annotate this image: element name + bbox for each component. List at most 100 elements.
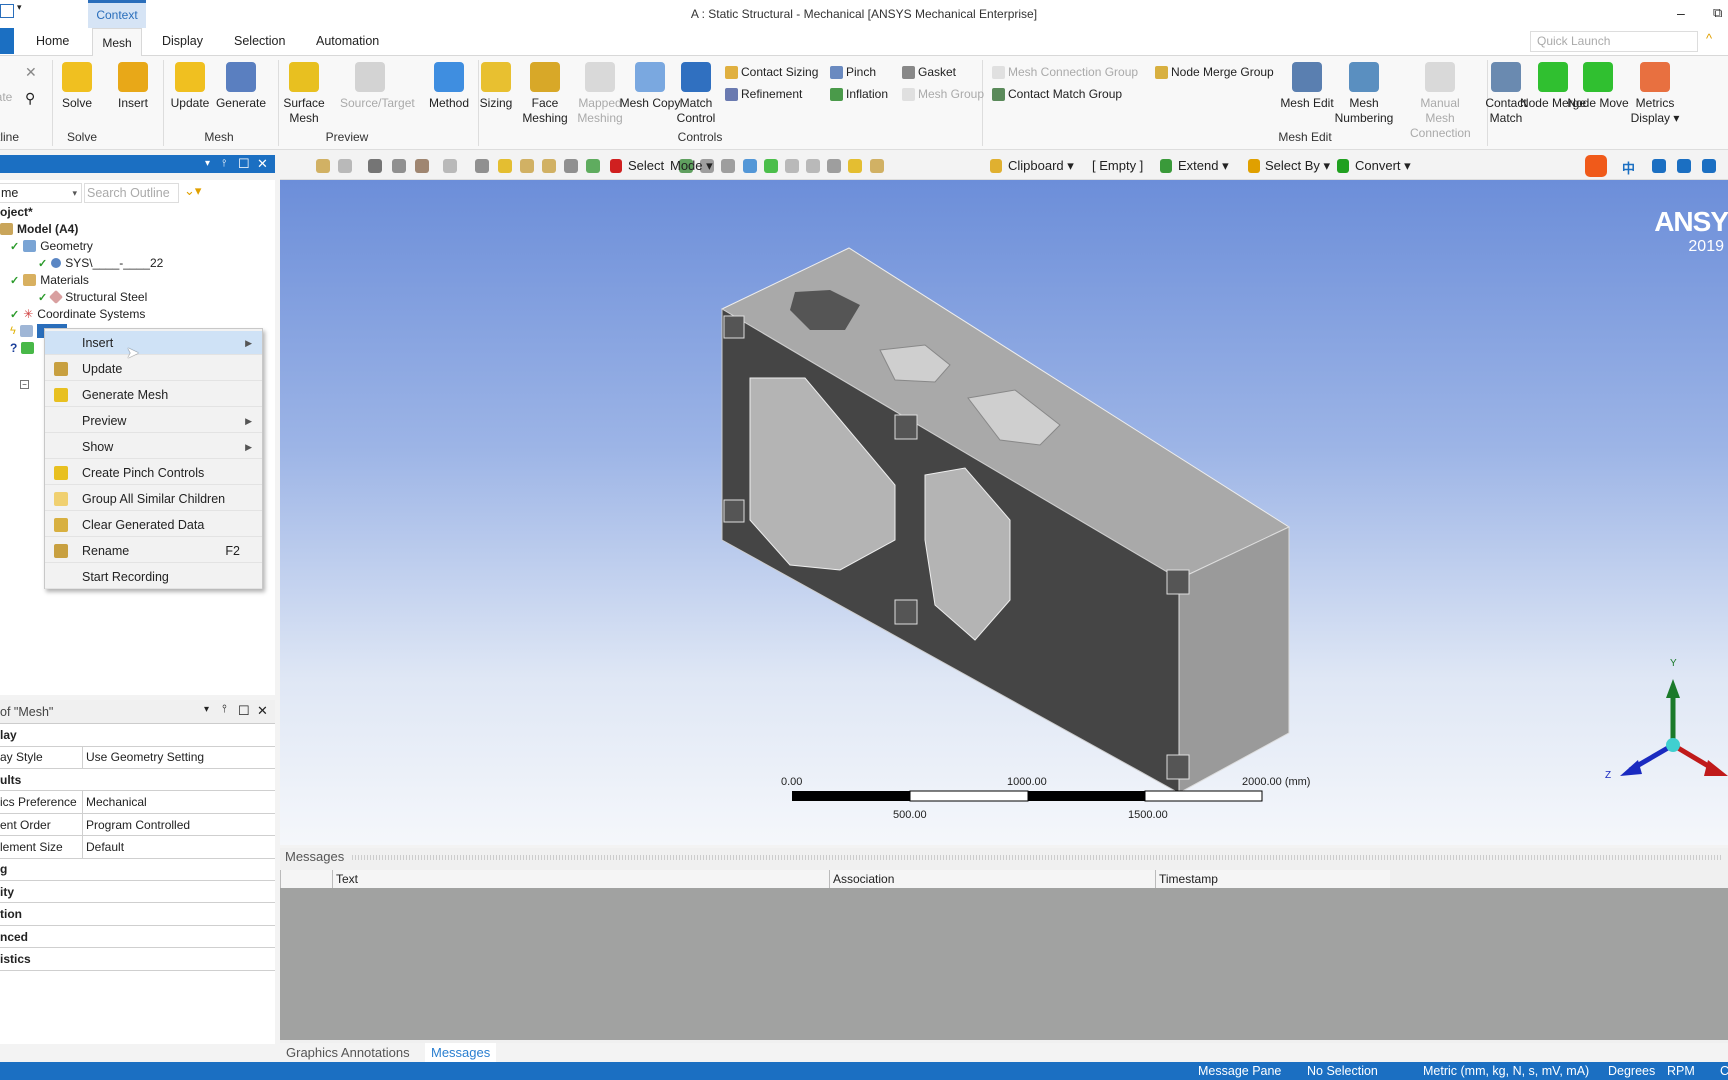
mesh-connection-group-button[interactable]: Mesh Connection Group xyxy=(992,65,1138,79)
details-row-category[interactable]: istics xyxy=(0,948,275,971)
filter-combo[interactable]: me ▾ xyxy=(0,183,82,203)
toolbar-tool-icon[interactable] xyxy=(443,159,457,173)
search-icon[interactable]: ⚲ xyxy=(25,90,35,107)
menu-item-create-pinch-controls[interactable]: Create Pinch Controls xyxy=(45,461,262,485)
metrics-display-button[interactable]: Metrics Display ▾ xyxy=(1625,62,1685,126)
toolbar-tool-icon[interactable] xyxy=(764,159,778,173)
close-icon[interactable]: ✕ xyxy=(257,155,268,173)
drag-grip[interactable] xyxy=(352,855,1722,860)
tree-item-model[interactable]: Model (A4) xyxy=(0,222,78,236)
toolbar-tool-icon[interactable] xyxy=(848,159,862,173)
status-units[interactable]: Metric (mm, kg, N, s, mV, mA) xyxy=(1423,1064,1589,1078)
surface-mesh-button[interactable]: Surface Mesh xyxy=(269,62,339,126)
gasket-button[interactable]: Gasket xyxy=(902,65,956,79)
contact-match-group-button[interactable]: Contact Match Group xyxy=(992,87,1122,101)
contact-sizing-button[interactable]: Contact Sizing xyxy=(725,65,818,79)
toolbar-tool-icon[interactable] xyxy=(542,159,556,173)
tab-home[interactable]: Home xyxy=(36,34,69,48)
toolbar-tool-icon[interactable] xyxy=(721,159,735,173)
collapse-icon[interactable]: − xyxy=(20,380,29,389)
match-control-button[interactable]: Match Control xyxy=(666,62,726,126)
details-row-property[interactable]: ay Style Use Geometry Setting xyxy=(0,746,275,769)
menu-item-clear-generated-data[interactable]: Clear Generated Data xyxy=(45,513,262,537)
toolbar-select[interactable]: Select xyxy=(628,158,664,173)
menu-item-start-recording[interactable]: Start Recording xyxy=(45,565,262,589)
toolbar-clipboard[interactable]: Clipboard ▾ xyxy=(1008,158,1074,174)
search-options-icon[interactable]: ⌄▾ xyxy=(184,183,201,199)
toolbar-convert[interactable]: Convert ▾ xyxy=(1355,158,1411,174)
pinch-button[interactable]: Pinch xyxy=(830,65,876,79)
property-value[interactable]: Use Geometry Setting xyxy=(82,746,204,769)
toolbar-empty[interactable]: [ Empty ] xyxy=(1092,158,1143,173)
tab-graphics-annotations[interactable]: Graphics Annotations xyxy=(280,1043,416,1063)
close-icon[interactable]: ✕ xyxy=(25,64,37,81)
menu-item-rename[interactable]: Rename F2 xyxy=(45,539,262,563)
menu-item-generate-mesh[interactable]: Generate Mesh xyxy=(45,383,262,407)
dropdown-icon[interactable]: ▾ xyxy=(204,704,209,715)
microphone-icon[interactable] xyxy=(1677,159,1691,173)
inflation-button[interactable]: Inflation xyxy=(830,87,888,101)
details-row-category[interactable]: tion xyxy=(0,903,275,926)
details-row-category[interactable]: nced xyxy=(0,926,275,949)
details-row-property[interactable]: ent Order Program Controlled xyxy=(0,813,275,837)
toolbar-tool-icon[interactable] xyxy=(785,159,799,173)
status-speed-units[interactable]: RPM xyxy=(1667,1064,1695,1078)
mesh-numbering-button[interactable]: Mesh Numbering xyxy=(1334,62,1394,126)
context-tab[interactable]: Context xyxy=(88,0,146,28)
maximize-icon[interactable]: ☐ xyxy=(238,703,250,719)
column-header-timestamp[interactable]: Timestamp xyxy=(1155,870,1390,888)
dropdown-icon[interactable]: ▾ xyxy=(205,155,210,173)
minimize-button[interactable]: – xyxy=(1677,5,1685,21)
toolbar-tool-icon[interactable] xyxy=(743,159,757,173)
file-tab[interactable] xyxy=(0,28,14,54)
tree-item-body[interactable]: ✓ SYS\____-____22 xyxy=(38,256,163,270)
toolbar-tool-icon[interactable] xyxy=(564,159,578,173)
toolbar-tool-icon[interactable] xyxy=(338,159,352,173)
tree-item-geometry[interactable]: ✓ Geometry xyxy=(10,239,93,253)
graphics-viewport[interactable]: ANSY 2019 xyxy=(280,180,1728,845)
source-target-button[interactable]: Source/Target xyxy=(340,62,415,111)
toolbar-tool-icon[interactable] xyxy=(316,159,330,173)
tree-item-project[interactable]: oject* xyxy=(0,205,33,219)
search-outline-input[interactable]: Search Outline xyxy=(84,183,179,203)
collapse-ribbon-icon[interactable]: ^ xyxy=(1706,31,1712,46)
generate-button[interactable]: Generate xyxy=(206,62,276,111)
mesh-group-button[interactable]: Mesh Group xyxy=(902,87,984,101)
toolbar-tool-icon[interactable] xyxy=(870,159,884,173)
status-angle-units[interactable]: Degrees xyxy=(1608,1064,1655,1078)
details-row-category[interactable]: ity xyxy=(0,881,275,904)
toolbar-tool-icon[interactable] xyxy=(586,159,600,173)
mesh-edit-button[interactable]: Mesh Edit xyxy=(1272,62,1342,111)
close-icon[interactable]: ✕ xyxy=(257,703,268,719)
restore-button[interactable]: ⧉ xyxy=(1713,5,1722,21)
status-temperature-units[interactable]: C xyxy=(1720,1064,1728,1078)
tab-automation[interactable]: Automation xyxy=(316,34,379,48)
ime-punctuation-icon[interactable] xyxy=(1652,159,1666,173)
toolbar-tool-icon[interactable] xyxy=(827,159,841,173)
keyboard-icon[interactable] xyxy=(1702,159,1716,173)
refinement-button[interactable]: Refinement xyxy=(725,87,802,101)
status-message-pane[interactable]: Message Pane xyxy=(1198,1064,1281,1078)
menu-item-update[interactable]: Update xyxy=(45,357,262,381)
details-row-category[interactable]: g xyxy=(0,858,275,881)
property-value[interactable]: Mechanical xyxy=(82,791,147,814)
ribbon-partial-button[interactable]: ate xyxy=(0,90,12,105)
toolbar-mode[interactable]: Mode ▾ xyxy=(670,158,713,174)
toolbar-tool-icon[interactable] xyxy=(368,159,382,173)
property-value[interactable]: Program Controlled xyxy=(82,813,190,836)
quick-launch-input[interactable]: Quick Launch xyxy=(1530,31,1698,52)
sogou-ime-icon[interactable] xyxy=(1585,155,1607,177)
node-merge-group-button[interactable]: Node Merge Group xyxy=(1155,65,1274,79)
manual-mesh-connection-button[interactable]: Manual Mesh Connection xyxy=(1410,62,1471,141)
tab-messages[interactable]: Messages xyxy=(425,1043,497,1063)
toolbar-tool-icon[interactable] xyxy=(806,159,820,173)
toolbar-select-by[interactable]: Select By ▾ xyxy=(1265,158,1330,174)
column-header-text[interactable]: Text xyxy=(332,870,829,888)
details-row-property[interactable]: lement Size Default xyxy=(0,836,275,859)
tab-display[interactable]: Display xyxy=(162,34,203,48)
maximize-icon[interactable]: ☐ xyxy=(238,155,250,173)
details-row-property[interactable]: ics Preference Mechanical xyxy=(0,791,275,814)
toolbar-tool-icon[interactable] xyxy=(392,159,406,173)
details-row-category[interactable]: ults xyxy=(0,769,275,792)
tree-item-coordinate-systems[interactable]: ✓ ✳ Coordinate Systems xyxy=(10,307,145,321)
